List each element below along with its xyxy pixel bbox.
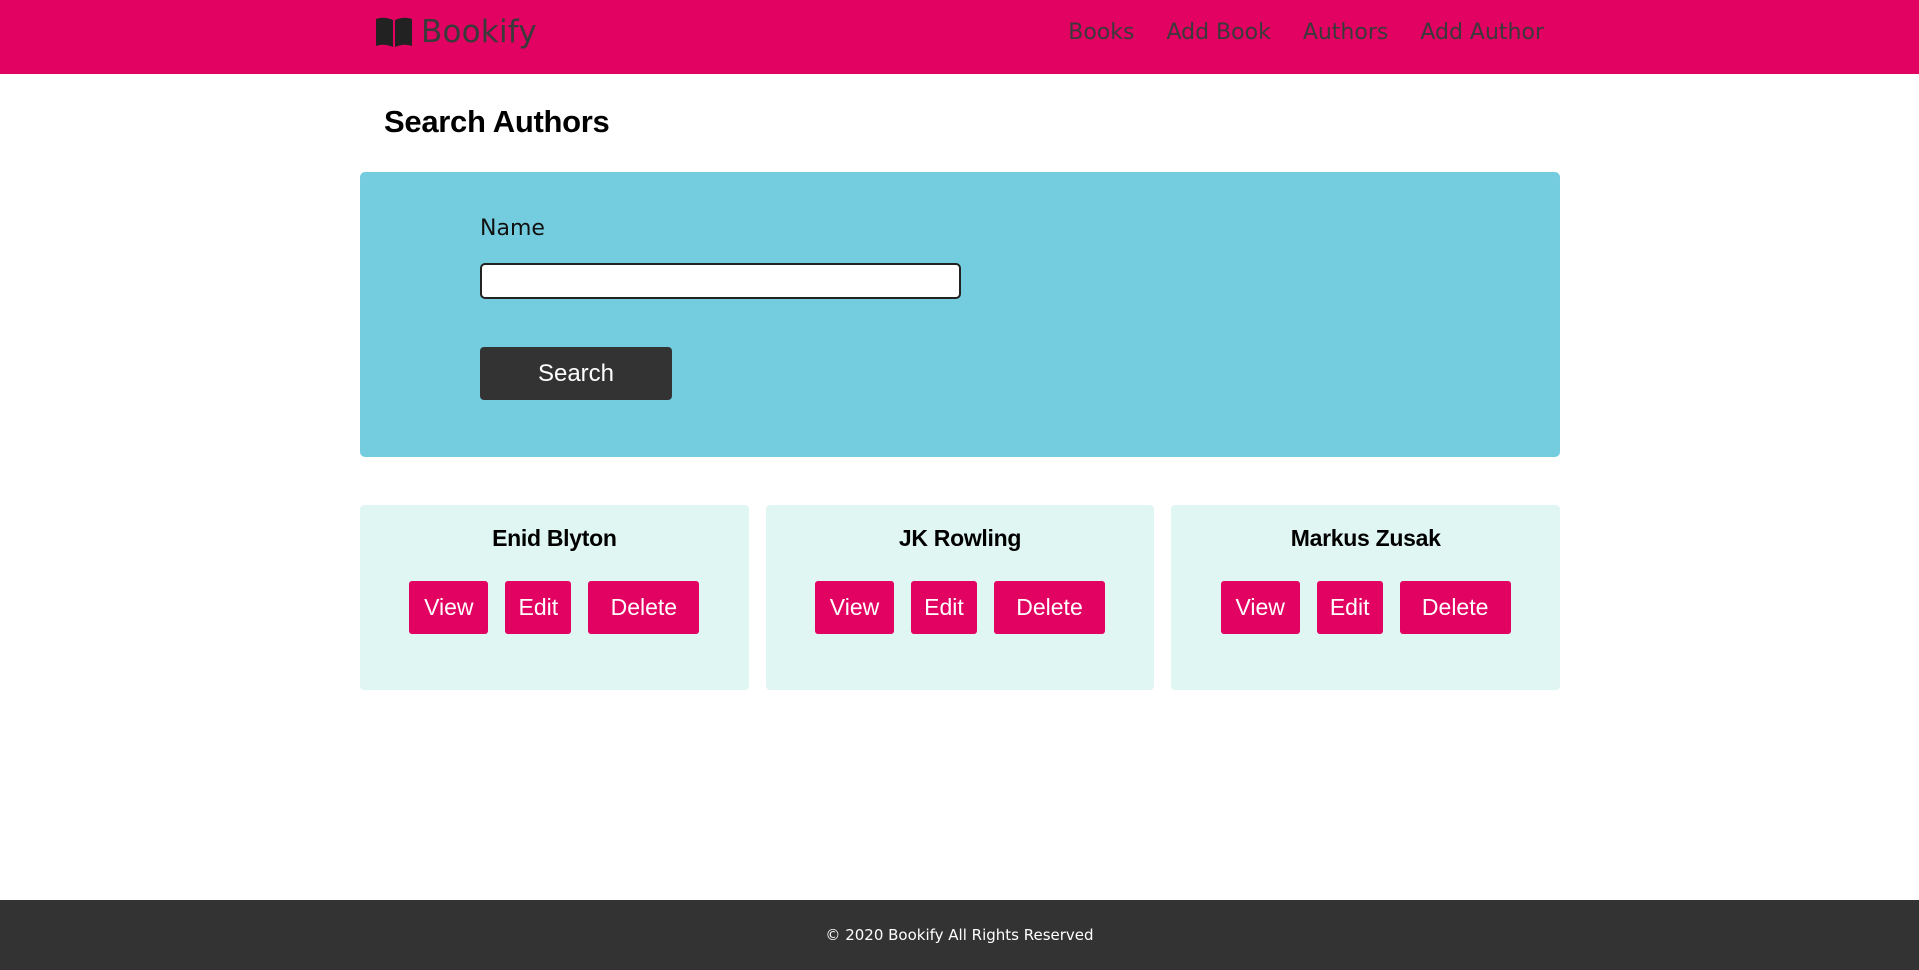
- view-button[interactable]: View: [815, 581, 894, 634]
- brand-link[interactable]: Bookify: [375, 14, 537, 50]
- open-book-icon: [376, 17, 412, 47]
- author-card: Markus Zusak View Edit Delete: [1171, 505, 1561, 690]
- delete-button[interactable]: Delete: [1399, 581, 1511, 634]
- search-panel: Name Search: [360, 172, 1560, 457]
- name-label: Name: [480, 216, 545, 241]
- author-name: Markus Zusak: [1290, 525, 1441, 551]
- page-title: Search Authors: [384, 104, 610, 139]
- name-input[interactable]: [480, 263, 961, 299]
- page-footer: © 2020 Bookify All Rights Reserved: [0, 900, 1919, 970]
- edit-button[interactable]: Edit: [911, 581, 977, 634]
- author-cards: Enid Blyton View Edit Delete JK Rowling …: [360, 505, 1561, 690]
- nav-authors[interactable]: Authors: [1303, 20, 1389, 45]
- author-name: JK Rowling: [898, 525, 1022, 551]
- nav-books[interactable]: Books: [1068, 20, 1134, 45]
- main-nav: Books Add Book Authors Add Author: [1068, 20, 1544, 45]
- edit-button[interactable]: Edit: [1316, 581, 1383, 634]
- author-card: Enid Blyton View Edit Delete: [360, 505, 749, 690]
- card-actions: View Edit Delete: [1171, 581, 1560, 634]
- nav-add-book[interactable]: Add Book: [1166, 20, 1270, 45]
- edit-button[interactable]: Edit: [505, 581, 572, 634]
- brand-name: Bookify: [421, 14, 537, 50]
- delete-button[interactable]: Delete: [994, 581, 1105, 634]
- card-actions: View Edit Delete: [766, 581, 1155, 634]
- footer-copyright: © 2020 Bookify All Rights Reserved: [825, 926, 1094, 944]
- card-actions: View Edit Delete: [360, 581, 749, 634]
- search-button[interactable]: Search: [480, 347, 672, 400]
- view-button[interactable]: View: [1220, 581, 1300, 634]
- view-button[interactable]: View: [409, 581, 489, 634]
- delete-button[interactable]: Delete: [588, 581, 700, 634]
- top-navbar: Bookify Books Add Book Authors Add Autho…: [0, 0, 1919, 74]
- nav-add-author[interactable]: Add Author: [1420, 20, 1544, 45]
- author-name: Enid Blyton: [492, 525, 617, 551]
- author-card: JK Rowling View Edit Delete: [765, 505, 1155, 690]
